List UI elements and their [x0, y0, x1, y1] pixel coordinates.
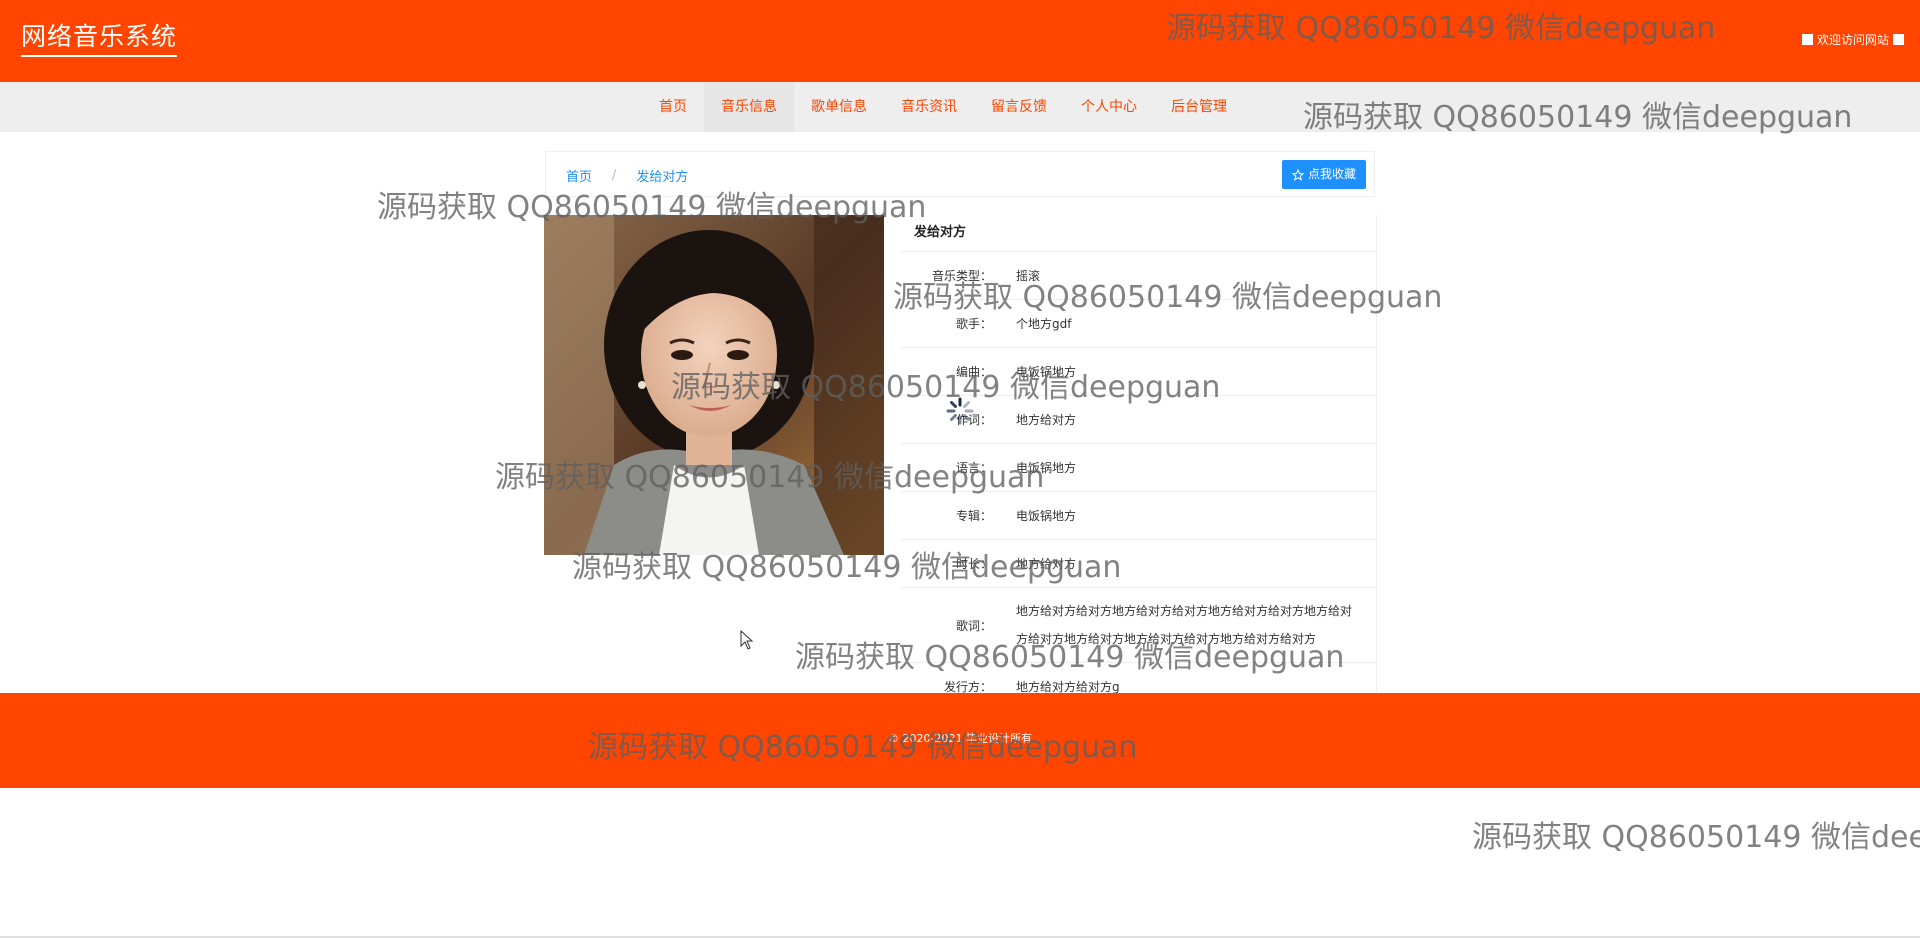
detail-value: 地方给对方给对方地方给对方给对方地方给对方给对方地方给对方给对方地方给对方地方给…: [1016, 604, 1353, 646]
square-icon: [1893, 34, 1904, 45]
nav-items: 首页 音乐信息 歌单信息 音乐资讯 留言反馈 个人中心 后台管理: [642, 82, 1244, 132]
detail-value: 地方给对方给对方g: [1016, 680, 1120, 693]
star-icon: [1291, 168, 1304, 181]
welcome-text: 欢迎访问网站: [1816, 33, 1889, 47]
detail-row-lyrics: 歌词： 地方给对方给对方地方给对方给对方地方给对方给对方地方给对方给对方地方给对…: [900, 588, 1376, 663]
top-header: 网络音乐系统 欢迎访问网站: [0, 0, 1920, 82]
breadcrumb-home[interactable]: 首页: [566, 166, 592, 185]
music-cover-photo: [544, 215, 884, 555]
detail-label: 时长：: [955, 557, 992, 571]
detail-row-type: 音乐类型： 摇滚: [900, 252, 1376, 300]
detail-value: 电饭锅地方: [1016, 365, 1077, 379]
watermark-text: 源码获取 QQ86050149 微信deepguan: [1472, 820, 1920, 855]
copyright-text: © 2020-2021 毕业设计所有: [888, 732, 1032, 745]
detail-row-language: 语言： 电饭锅地方: [900, 444, 1376, 492]
nav-item-user-center[interactable]: 个人中心: [1064, 82, 1154, 132]
music-detail-panel: 发给对方 音乐类型： 摇滚 歌手： 个地方gdf 编曲： 电饭锅地方 作词： 地…: [900, 215, 1377, 693]
breadcrumb-bar: 首页 / 发给对方 点我收藏: [545, 151, 1375, 197]
detail-value: 个地方gdf: [1016, 317, 1072, 331]
music-title: 发给对方: [900, 215, 1376, 252]
detail-value: 摇滚: [1016, 269, 1041, 283]
detail-row-album: 专辑： 电饭锅地方: [900, 492, 1376, 540]
nav-item-music-news[interactable]: 音乐资讯: [884, 82, 974, 132]
nav-item-playlists[interactable]: 歌单信息: [794, 82, 884, 132]
detail-label: 专辑：: [955, 509, 992, 523]
mouse-cursor-icon: [740, 630, 754, 650]
detail-label: 歌词：: [955, 618, 992, 633]
main-nav: 首页 音乐信息 歌单信息 音乐资讯 留言反馈 个人中心 后台管理: [0, 82, 1920, 132]
site-logo[interactable]: 网络音乐系统: [21, 21, 178, 57]
detail-row-duration: 时长： 地方给对方: [900, 540, 1376, 588]
square-icon: [1801, 34, 1813, 45]
loading-spinner-icon: [946, 397, 974, 425]
detail-value: 地方给对方: [1016, 413, 1077, 427]
nav-item-home[interactable]: 首页: [642, 82, 704, 132]
breadcrumb: 首页 / 发给对方: [566, 166, 688, 185]
detail-label: 发行方：: [943, 680, 992, 693]
breadcrumb-current[interactable]: 发给对方: [636, 166, 688, 185]
collect-button-label: 点我收藏: [1307, 167, 1356, 181]
nav-item-feedback[interactable]: 留言反馈: [974, 82, 1064, 132]
detail-label: 歌手：: [955, 317, 992, 331]
detail-label: 语言：: [955, 461, 992, 475]
breadcrumb-separator: /: [612, 168, 617, 183]
page-footer: © 2020-2021 毕业设计所有: [0, 693, 1920, 788]
nav-item-admin[interactable]: 后台管理: [1154, 82, 1244, 132]
detail-value: 电饭锅地方: [1016, 461, 1077, 475]
detail-value: 电饭锅地方: [1016, 509, 1077, 523]
welcome-area: 欢迎访问网站: [1801, 31, 1904, 48]
detail-row-singer: 歌手： 个地方gdf: [900, 300, 1376, 348]
detail-label: 音乐类型：: [931, 269, 992, 283]
detail-value: 地方给对方: [1016, 557, 1077, 571]
detail-label: 编曲：: [955, 365, 992, 379]
detail-row-publisher: 发行方： 地方给对方给对方g: [900, 663, 1376, 693]
nav-item-music-info[interactable]: 音乐信息: [704, 82, 794, 132]
detail-row-arranger: 编曲： 电饭锅地方: [900, 348, 1376, 396]
collect-button[interactable]: 点我收藏: [1281, 160, 1366, 189]
